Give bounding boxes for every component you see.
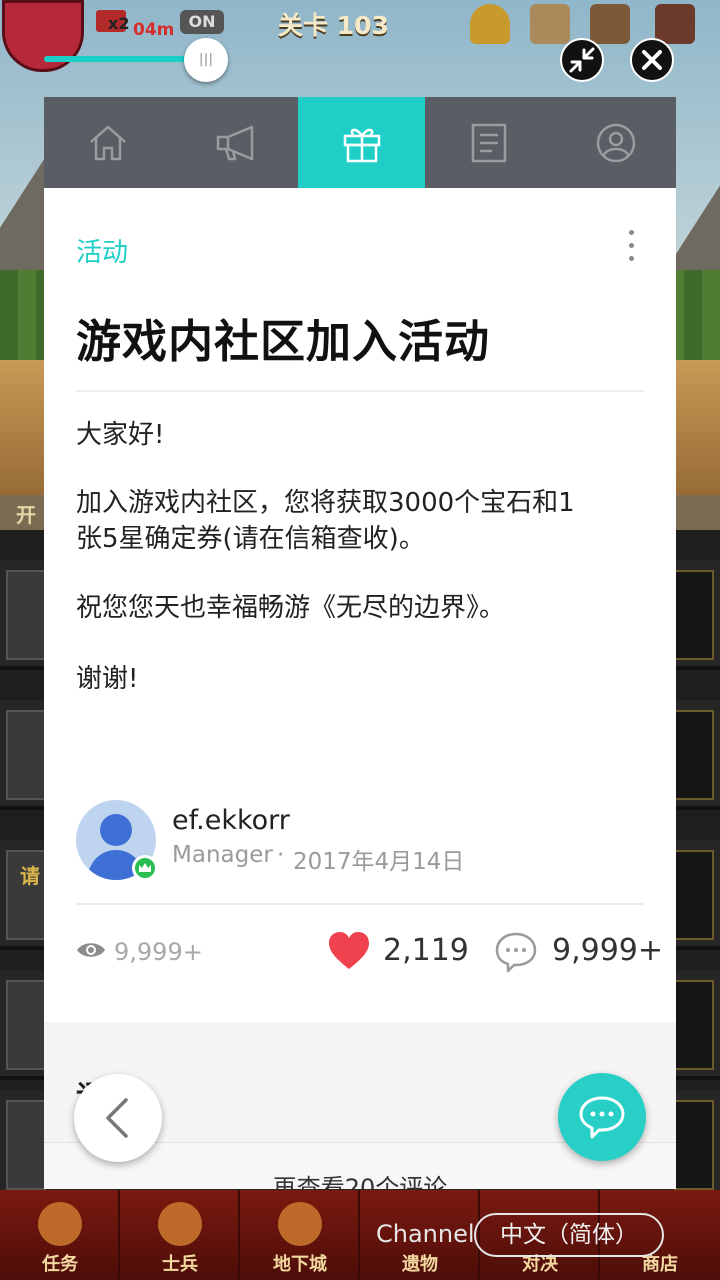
language-selector[interactable]: 中文（简体）: [474, 1213, 664, 1257]
game-tab-label: 士兵: [162, 1254, 198, 1275]
speed-time: 04m: [133, 20, 175, 40]
post-category[interactable]: 活动: [76, 232, 128, 269]
tab-home[interactable]: [44, 97, 171, 188]
game-tab-label: 任务: [42, 1254, 78, 1275]
comment-bubble-icon: [495, 932, 537, 973]
monster-icon: [278, 1202, 322, 1246]
stage-title: 关卡 103: [278, 11, 389, 40]
tab-event[interactable]: [298, 97, 425, 188]
back-button[interactable]: [74, 1074, 162, 1162]
view-count: 9,999+: [114, 938, 203, 966]
game-tab-soldier[interactable]: 士兵: [120, 1190, 240, 1280]
comment-button[interactable]: [494, 931, 538, 977]
game-slot: [6, 710, 46, 800]
game-side-label: 开: [16, 503, 36, 527]
author-divider: [76, 903, 644, 905]
opacity-slider-handle[interactable]: |||: [184, 38, 228, 82]
minimize-button[interactable]: [560, 38, 604, 82]
opacity-slider-track[interactable]: [44, 56, 206, 62]
game-slot: [6, 980, 46, 1070]
post-closing: 谢谢!: [76, 664, 139, 694]
game-tab-quest[interactable]: 任务: [0, 1190, 120, 1280]
post-greeting: 大家好!: [76, 420, 165, 450]
game-tab-dungeon[interactable]: 地下城: [240, 1190, 360, 1280]
document-icon: [471, 123, 507, 163]
post-date: 2017年4月14日: [293, 849, 465, 875]
minimize-icon: [569, 47, 595, 73]
tab-board[interactable]: [425, 97, 552, 188]
meta-separator: ·: [277, 842, 285, 868]
game-slot: [674, 850, 714, 940]
game-slot: [6, 1100, 46, 1190]
author-name[interactable]: ef.ekkorr: [172, 805, 290, 836]
close-button[interactable]: [630, 38, 674, 82]
game-slot: [674, 980, 714, 1070]
auto-toggle[interactable]: ON: [180, 10, 224, 34]
eye-icon: [77, 943, 105, 957]
post-paragraph-line: 张5星确定券(请在信箱查收)。: [76, 524, 425, 554]
soldier-icon: [158, 1202, 202, 1246]
home-icon: [90, 125, 126, 161]
crown-icon: [132, 855, 158, 881]
post-paragraph: 祝您您天也幸福畅游《无尽的边界》。: [76, 593, 506, 623]
like-button[interactable]: [327, 931, 371, 975]
gift-icon: [343, 128, 381, 163]
game-slot: [674, 710, 714, 800]
crown-glyph: [139, 863, 151, 872]
game-tab-label: 遗物: [402, 1254, 438, 1275]
heart-icon: [329, 932, 369, 969]
tab-notice[interactable]: [171, 97, 298, 188]
post-paragraph-line: 加入游戏内社区，您将获取3000个宝石和1: [76, 488, 575, 518]
megaphone-icon: [216, 125, 254, 161]
trophy-icon[interactable]: [470, 4, 510, 44]
tab-profile[interactable]: [552, 97, 676, 188]
title-divider: [76, 390, 644, 392]
game-slot: [674, 1100, 714, 1190]
user-icon: [596, 123, 636, 163]
chat-icon: [579, 1096, 625, 1139]
channel-label: Channel: [376, 1220, 475, 1248]
avatar-head: [100, 814, 132, 846]
chat-button[interactable]: [558, 1073, 646, 1161]
game-tab-label: 地下城: [273, 1254, 327, 1275]
chevron-left-icon: [106, 1098, 128, 1138]
book-icon[interactable]: [655, 4, 695, 44]
post-title: 游戏内社区加入活动: [76, 315, 491, 368]
community-panel: 活动 游戏内社区加入活动 大家好! 加入游戏内社区，您将获取3000个宝石和1 …: [44, 97, 676, 1189]
game-slot: [6, 570, 46, 660]
game-side-label: 请: [20, 864, 40, 888]
game-top-hud: x2 04m ON 关卡 103: [0, 0, 720, 95]
helmet-icon[interactable]: [590, 4, 630, 44]
author-role: Manager: [172, 842, 273, 868]
game-slot: [674, 570, 714, 660]
ranking-icon[interactable]: [530, 4, 570, 44]
more-options-icon[interactable]: [628, 230, 636, 266]
like-count: 2,119: [383, 933, 469, 968]
close-icon: [642, 50, 662, 70]
comment-count: 9,999+: [552, 933, 664, 968]
community-tab-bar: [44, 97, 676, 188]
scroll-icon: [38, 1202, 82, 1246]
speed-multiplier: x2: [108, 14, 130, 33]
